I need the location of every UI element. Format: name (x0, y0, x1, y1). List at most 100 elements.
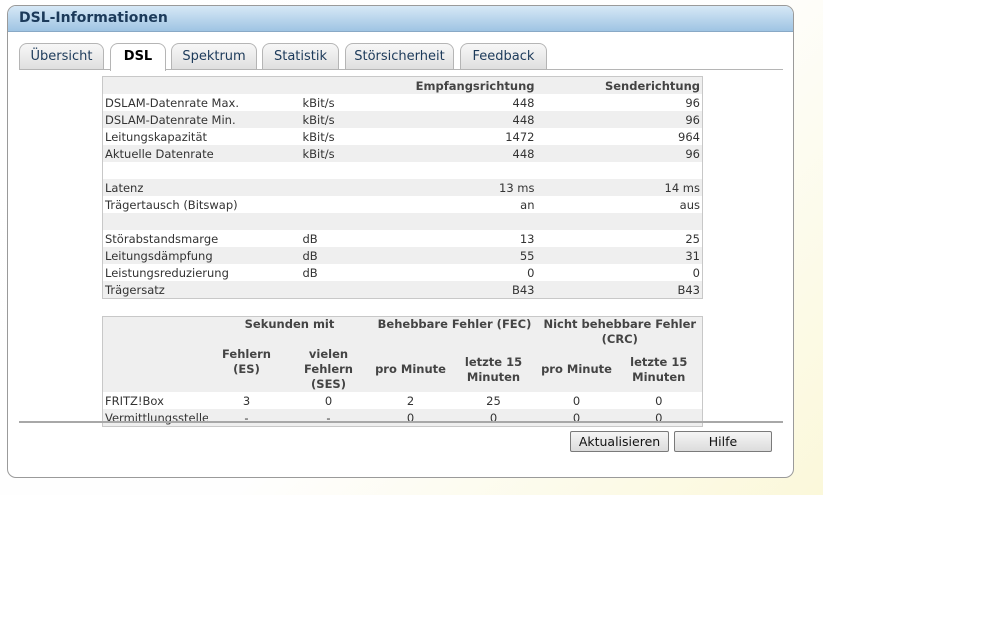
row-upstream-value: 96 (685, 146, 700, 161)
crc-15min-value: 0 (655, 393, 663, 408)
row-unit (301, 196, 396, 213)
tab-uebersicht[interactable]: Übersicht (19, 43, 104, 70)
row-unit (301, 213, 396, 230)
row-downstream-value: B43 (511, 282, 535, 297)
table-row (102, 162, 703, 179)
fec-15min-value: 0 (489, 410, 498, 425)
row-unit: kBit/s (302, 112, 335, 127)
row-downstream-value (396, 162, 537, 179)
row-label (103, 162, 301, 179)
ses-value: - (326, 410, 331, 425)
row-downstream-value: 13 ms (499, 180, 535, 195)
ses-value: 0 (324, 393, 333, 408)
row-label: Vermittlungsstelle (105, 410, 208, 425)
row-upstream-value: aus (679, 197, 700, 212)
footer-divider (19, 421, 783, 423)
table-row: Leistungsreduzierung dB 0 0 (102, 264, 703, 281)
tab-spektrum[interactable]: Spektrum (171, 43, 257, 70)
row-upstream-value: 31 (685, 248, 700, 263)
row-label: Trägersatz (105, 282, 165, 297)
row-label: Trägertausch (Bitswap) (105, 197, 238, 212)
row-unit: kBit/s (302, 95, 335, 110)
table-row: Leitungsdämpfung dB 55 31 (102, 247, 703, 264)
table-row: Störabstandsmarge dB 13 25 (102, 230, 703, 247)
row-downstream-value: 55 (519, 248, 535, 263)
group-header-crc: Nicht behebbare Fehler (CRC) (537, 316, 703, 347)
row-unit (301, 281, 396, 299)
row-unit: kBit/s (302, 146, 335, 161)
help-button[interactable]: Hilfe (674, 431, 772, 452)
table-row: Vermittlungsstelle - - 0 0 0 0 (102, 409, 703, 427)
row-downstream-value (396, 213, 537, 230)
sub-header-fec-per-minute: pro Minute (371, 347, 450, 392)
table-row (102, 213, 703, 230)
tab-feedback[interactable]: Feedback (460, 43, 547, 70)
table-row: Trägertausch (Bitswap) an aus (102, 196, 703, 213)
row-label: Aktuelle Datenrate (105, 146, 214, 161)
crc-per-minute-value: 0 (572, 410, 581, 425)
table-row: DSLAM-Datenrate Min. kBit/s 448 96 (102, 111, 703, 128)
dsl-info-panel: DSL-Informationen Übersicht DSL Spektrum… (7, 5, 794, 478)
row-downstream-value: 448 (512, 112, 535, 127)
header-blank-label (103, 77, 301, 95)
row-label: DSLAM-Datenrate Max. (105, 95, 239, 110)
row-label: Leistungsreduzierung (105, 265, 229, 280)
crc-15min-value: 0 (655, 410, 663, 425)
sub-header-crc-per-minute: pro Minute (537, 347, 616, 392)
refresh-button[interactable]: Aktualisieren (570, 431, 669, 452)
row-downstream-value: an (520, 197, 535, 212)
row-label: Leitungskapazität (105, 129, 208, 144)
row-label: Latenz (105, 180, 144, 195)
table-row: DSLAM-Datenrate Max. kBit/s 448 96 (102, 94, 703, 111)
tab-stoersicherheit[interactable]: Störsicherheit (345, 43, 454, 70)
sub-header-es: Fehlern (ES) (207, 347, 286, 392)
error-group-header-row: Sekunden mit Behebbare Fehler (FEC) Nich… (102, 316, 703, 347)
dsl-rates-table: Empfangsrichtung Senderichtung DSLAM-Daten… (102, 76, 703, 299)
row-downstream-value: 0 (527, 265, 535, 280)
row-unit (301, 179, 396, 196)
tab-statistik[interactable]: Statistik (262, 43, 339, 70)
group-header-seconds: Sekunden mit (207, 316, 372, 347)
table-row: Latenz 13 ms 14 ms (102, 179, 703, 196)
rates-header-row: Empfangsrichtung Senderichtung (102, 76, 703, 95)
fec-per-minute-value: 0 (406, 410, 415, 425)
fec-per-minute-value: 2 (406, 393, 415, 408)
panel-title: DSL-Informationen (8, 6, 793, 32)
row-upstream-value: 964 (678, 129, 700, 144)
table-row: Trägersatz B43 B43 (102, 281, 703, 299)
header-blank-unit (301, 77, 396, 95)
row-label: DSLAM-Datenrate Min. (105, 112, 236, 127)
row-unit: kBit/s (302, 129, 335, 144)
row-upstream-value: 0 (692, 265, 700, 280)
row-unit: dB (302, 231, 318, 246)
group-header-fec: Behebbare Fehler (FEC) (371, 316, 538, 347)
row-upstream-value: 96 (685, 95, 700, 110)
crc-per-minute-value: 0 (572, 393, 581, 408)
row-label: Leitungsdämpfung (105, 248, 213, 263)
es-value: 3 (242, 393, 251, 408)
table-row: Leitungskapazität kBit/s 1472 964 (102, 128, 703, 145)
row-label (103, 213, 301, 230)
row-unit: dB (302, 248, 318, 263)
row-upstream-value: 25 (685, 231, 700, 246)
row-upstream-value (537, 213, 703, 230)
row-downstream-value: 13 (519, 231, 535, 246)
row-downstream-value: 448 (512, 146, 535, 161)
error-statistics-table: Sekunden mit Behebbare Fehler (FEC) Nich… (102, 316, 704, 427)
tab-dsl[interactable]: DSL (110, 43, 166, 71)
row-upstream-value: B43 (677, 282, 700, 297)
row-label: FRITZ!Box (105, 393, 164, 408)
header-upstream: Senderichtung (604, 78, 700, 93)
table-row: FRITZ!Box 3 0 2 25 0 0 (102, 392, 703, 409)
row-upstream-value: 96 (685, 112, 700, 127)
row-unit (301, 162, 396, 179)
es-value: - (244, 410, 249, 425)
row-downstream-value: 1472 (505, 129, 535, 144)
fec-15min-value: 25 (486, 393, 501, 408)
header-downstream: Empfangsrichtung (415, 78, 535, 93)
row-upstream-value (537, 162, 703, 179)
sub-header-ses: vielen Fehlern (SES) (285, 347, 372, 392)
sub-header-fec-15min: letzte 15 Minuten (449, 347, 538, 392)
row-upstream-value: 14 ms (664, 180, 700, 195)
table-row: Aktuelle Datenrate kBit/s 448 96 (102, 145, 703, 162)
